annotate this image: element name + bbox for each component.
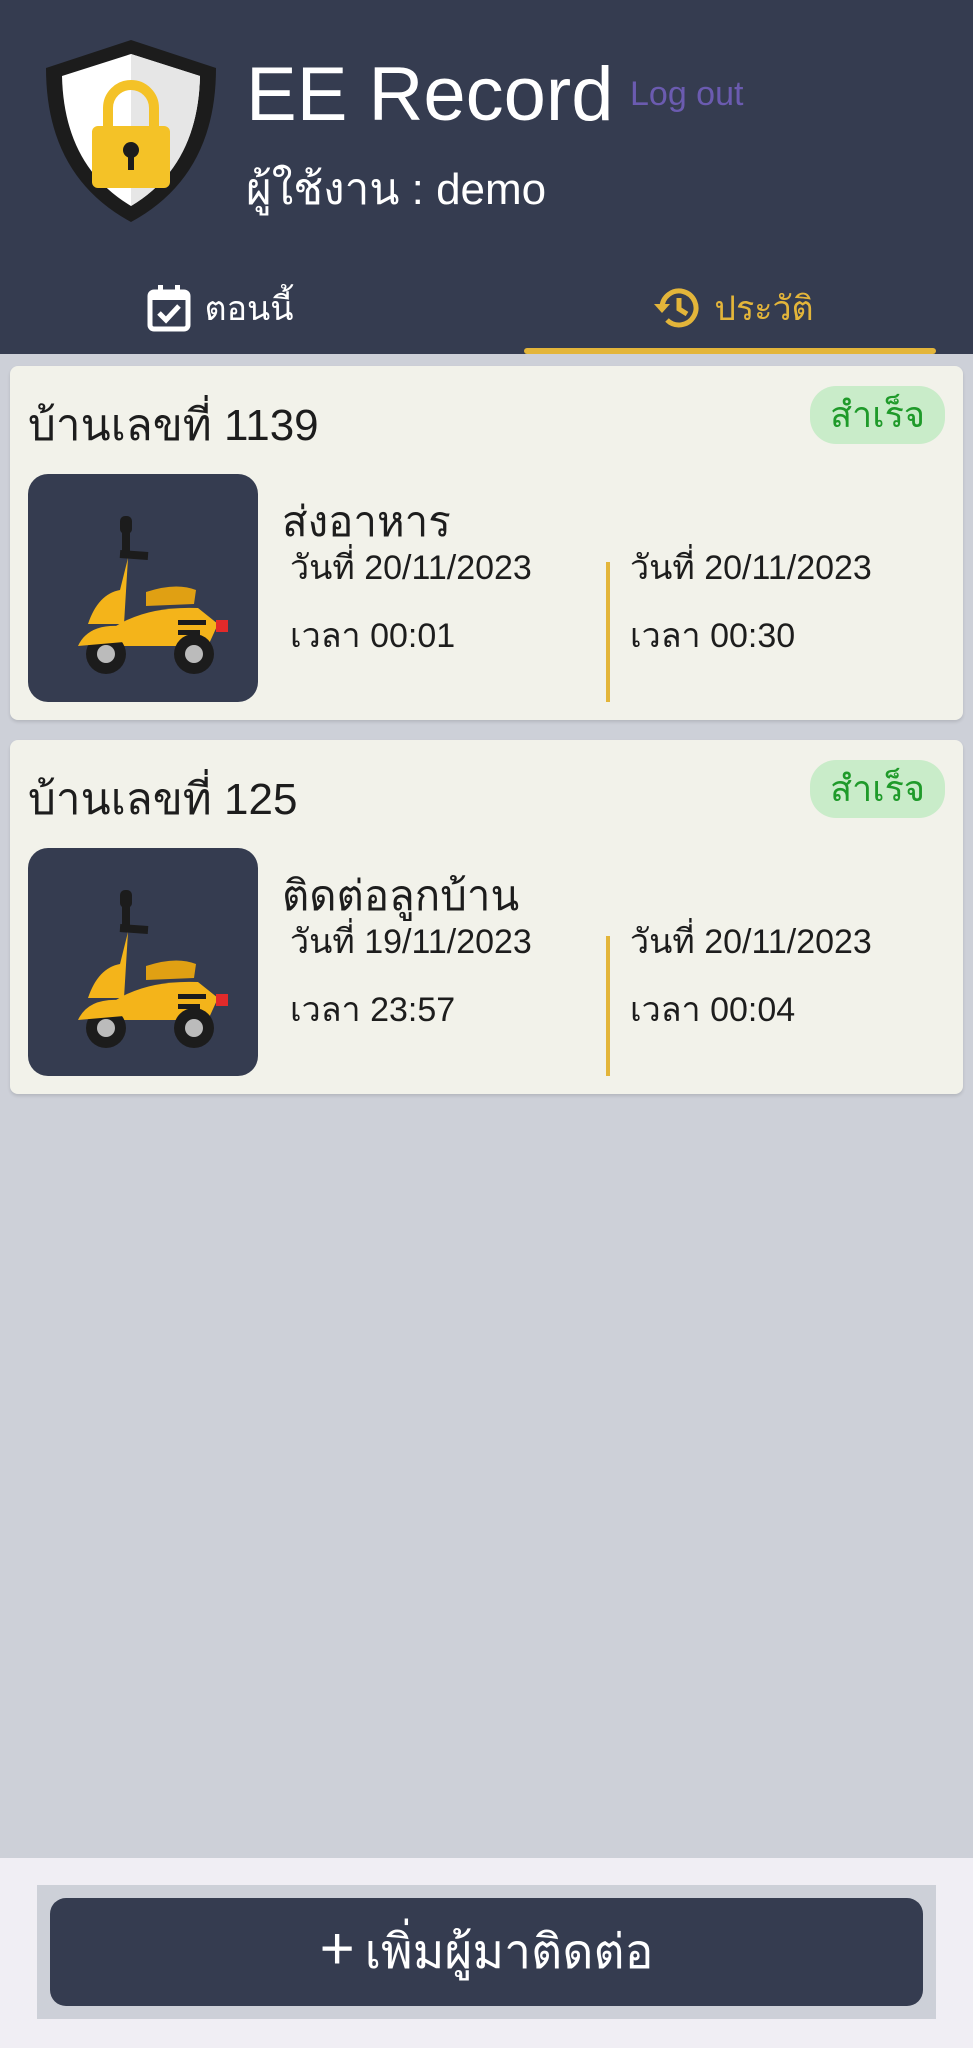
scooter-icon — [78, 890, 228, 1048]
current-user: ผู้ใช้งาน : demo — [246, 165, 547, 214]
end-time-block: วันที่ 20/11/2023 เวลา 00:04 — [630, 918, 940, 1054]
add-button-container: + เพิ่มผู้มาติดต่อ — [37, 1885, 936, 2019]
bottom-action-bar: + เพิ่มผู้มาติดต่อ — [0, 1858, 973, 2048]
tab-history-label: ประวัติ — [714, 290, 814, 328]
tab-history[interactable]: ประวัติ — [513, 262, 953, 354]
app-title: EE Record — [246, 52, 614, 137]
scooter-icon — [78, 516, 228, 674]
end-time: เวลา 00:30 — [630, 617, 796, 655]
start-time-block: วันที่ 20/11/2023 เวลา 00:01 — [290, 544, 600, 680]
app-header: EE Record Log out ผู้ใช้งาน : demo ตอนนี… — [0, 0, 973, 354]
start-date: วันที่ 20/11/2023 — [290, 549, 532, 587]
active-tab-indicator — [524, 348, 936, 354]
service-thumbnail — [28, 848, 258, 1076]
end-date: วันที่ 20/11/2023 — [630, 923, 872, 961]
service-thumbnail — [28, 474, 258, 702]
service-type: ส่งอาหาร — [282, 498, 451, 545]
tab-now[interactable]: ตอนนี้ — [0, 262, 440, 354]
plus-icon: + — [319, 1915, 355, 1982]
end-time: เวลา 00:04 — [630, 991, 796, 1029]
calendar-check-icon — [147, 285, 190, 332]
house-number: บ้านเลขที่ 1139 — [28, 401, 319, 450]
add-visitor-label: เพิ่มผู้มาติดต่อ — [364, 1926, 654, 1979]
add-visitor-button[interactable]: + เพิ่มผู้มาติดต่อ — [50, 1898, 923, 2006]
start-time: เวลา 23:57 — [290, 991, 456, 1029]
status-badge: สำเร็จ — [810, 386, 945, 444]
time-divider — [606, 562, 610, 702]
time-divider — [606, 936, 610, 1076]
start-date: วันที่ 19/11/2023 — [290, 923, 532, 961]
house-number: บ้านเลขที่ 125 — [28, 775, 298, 824]
tab-now-label: ตอนนี้ — [204, 290, 294, 328]
service-type: ติดต่อลูกบ้าน — [282, 872, 520, 919]
start-time: เวลา 00:01 — [290, 617, 456, 655]
shield-lock-icon — [46, 40, 216, 222]
start-time-block: วันที่ 19/11/2023 เวลา 23:57 — [290, 918, 600, 1054]
end-time-block: วันที่ 20/11/2023 เวลา 00:30 — [630, 544, 940, 680]
history-icon — [654, 288, 699, 328]
status-badge: สำเร็จ — [810, 760, 945, 818]
record-card[interactable]: บ้านเลขที่ 1139 สำเร็จ ส่งอาหาร วันที่ 2… — [10, 366, 963, 720]
end-date: วันที่ 20/11/2023 — [630, 549, 872, 587]
record-card[interactable]: บ้านเลขที่ 125 สำเร็จ ติดต่อลูกบ้าน วันท… — [10, 740, 963, 1094]
logout-link[interactable]: Log out — [630, 70, 743, 118]
